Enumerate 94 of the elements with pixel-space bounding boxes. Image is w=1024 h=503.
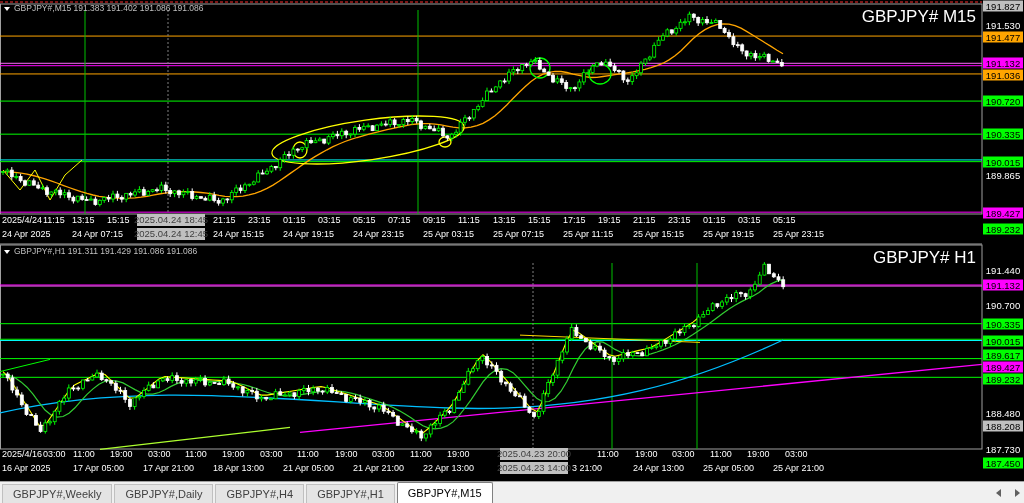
chart-header: GBPJPY#,H1 191.311 191.429 191.086 191.086 [14,246,198,256]
time-axis-label: 21 Apr 21:00 [353,463,405,473]
time-axis-label: 21:15 [213,215,236,225]
time-axis-label: 03:00 [43,449,66,459]
chart-tab[interactable]: GBPJPY#,H1 [306,484,395,503]
price-tag: 189.232 [983,373,1023,385]
time-axis-label: 13:15 [493,215,516,225]
time-axis-label: 01:15 [283,215,306,225]
time-axis-label: 18 Apr 13:00 [213,463,265,473]
price-axis-label: 190.700 [985,299,1021,311]
time-axis-label: 22 Apr 13:00 [423,463,475,473]
time-axis-label: 03:00 [148,449,171,459]
price-tag: 187.450 [983,457,1023,469]
time-axis-label: 11:00 [185,449,207,459]
time-axis-label: 03:00 [372,449,395,459]
time-axis-label: 01:15 [703,215,726,225]
time-axis-label: 17:15 [563,215,586,225]
price-axis-label: 188.480 [985,407,1021,419]
price-tag: 191.827 [983,0,1023,12]
time-axis-label: 25 Apr 23:15 [773,229,825,239]
time-axis-label: 05:15 [773,215,796,225]
time-axis-label: 11:00 [73,449,95,459]
time-axis-label: 25 Apr 21:00 [773,463,825,473]
time-axis-label: 23:15 [248,215,271,225]
time-axis-label: 16 Apr 2025 [2,463,51,473]
price-tag: 190.720 [983,95,1023,107]
time-axis-label: 24 Apr 23:15 [353,229,405,239]
chart-tab[interactable]: GBPJPY#,Daily [114,484,214,503]
time-axis-label: 19:15 [598,215,621,225]
time-axis-label: 17 Apr 05:00 [73,463,125,473]
price-axis-label: 189.865 [985,169,1021,181]
time-axis-label: 21:15 [633,215,656,225]
price-tag: 191.477 [983,31,1023,43]
price-tag: 188.208 [983,420,1023,432]
chart-tab[interactable]: GBPJPY#,H4 [215,484,305,503]
price-axis-label: 191.530 [985,19,1021,31]
time-axis-label: 24 Apr 13:00 [633,463,685,473]
time-axis-label: 23:15 [668,215,691,225]
chart-title: GBPJPY# M15 [861,7,976,26]
time-axis-label: 24 Apr 2025 [2,229,51,239]
time-axis-label: 19:00 [747,449,770,459]
time-axis-label: 19:00 [447,449,470,459]
time-axis-label: 03:15 [738,215,761,225]
time-axis-label: 25 Apr 05:00 [703,463,755,473]
time-axis-label: 19:00 [222,449,245,459]
time-axis-label: 07:15 [388,215,411,225]
time-axis-label: 11:00 [297,449,319,459]
price-tag: 190.015 [983,335,1023,347]
time-axis-label: 25 Apr 11:15 [563,229,614,239]
price-tag: 189.617 [983,349,1023,361]
time-axis-label: 11:00 [710,449,732,459]
time-axis-label: 11:15 [458,215,480,225]
time-axis-label: 19:00 [635,449,658,459]
time-axis-label: 25 Apr 15:15 [633,229,685,239]
chart-title: GBPJPY# H1 [873,248,976,267]
time-axis-label: 25 Apr 19:15 [703,229,755,239]
time-axis-label: 09:15 [423,215,446,225]
time-axis-label: 17 Apr 21:00 [143,463,195,473]
time-axis-label: 03:00 [260,449,283,459]
price-axis-label: 191.440 [985,264,1021,276]
time-axis-label: 21 Apr 05:00 [283,463,335,473]
price-tag: 189.427 [983,207,1023,219]
price-axis-label: 187.730 [985,443,1021,455]
chart-tab[interactable]: GBPJPY#,Weekly [2,484,113,503]
time-axis-label: 3 21:00 [572,463,603,473]
time-axis-label: 24 Apr 19:15 [283,229,335,239]
time-axis-label: 19:00 [110,449,133,459]
price-tag: 189.427 [983,361,1023,373]
price-tag: 191.132 [983,57,1023,69]
time-axis-label: 24 Apr 15:15 [213,229,265,239]
price-tag: 190.015 [983,156,1023,168]
time-axis-label: 03:15 [318,215,341,225]
chart-header: GBPJPY#,M15 191.383 191.402 191.086 191.086 [14,3,204,13]
price-tag: 191.036 [983,69,1023,81]
chart-tab[interactable]: GBPJPY#,M15 [396,482,493,503]
time-axis-label: 13:15 [72,215,95,225]
time-axis-label: 05:15 [353,215,376,225]
time-axis-label: 24 Apr 07:15 [72,229,124,239]
time-axis-label: 11:15 [43,215,65,225]
price-tag: 190.335 [983,318,1023,330]
price-tag: 189.232 [983,223,1023,235]
time-axis-label: 19:00 [335,449,358,459]
time-axis-label: 11:00 [410,449,432,459]
time-axis-label: 25 Apr 03:15 [423,229,475,239]
time-axis-label: 11:00 [597,449,619,459]
time-axis-label: 03:00 [672,449,695,459]
price-tag: 191.132 [983,279,1023,291]
time-axis-label: 03:00 [785,449,808,459]
price-tag: 190.335 [983,128,1023,140]
time-axis-label: 15:15 [528,215,551,225]
time-axis-label: 2025/4/16 [2,449,43,459]
time-axis-label: 2025/4/24 [2,215,43,225]
time-axis-label: 15:15 [107,215,130,225]
time-axis-label: 25 Apr 07:15 [493,229,545,239]
